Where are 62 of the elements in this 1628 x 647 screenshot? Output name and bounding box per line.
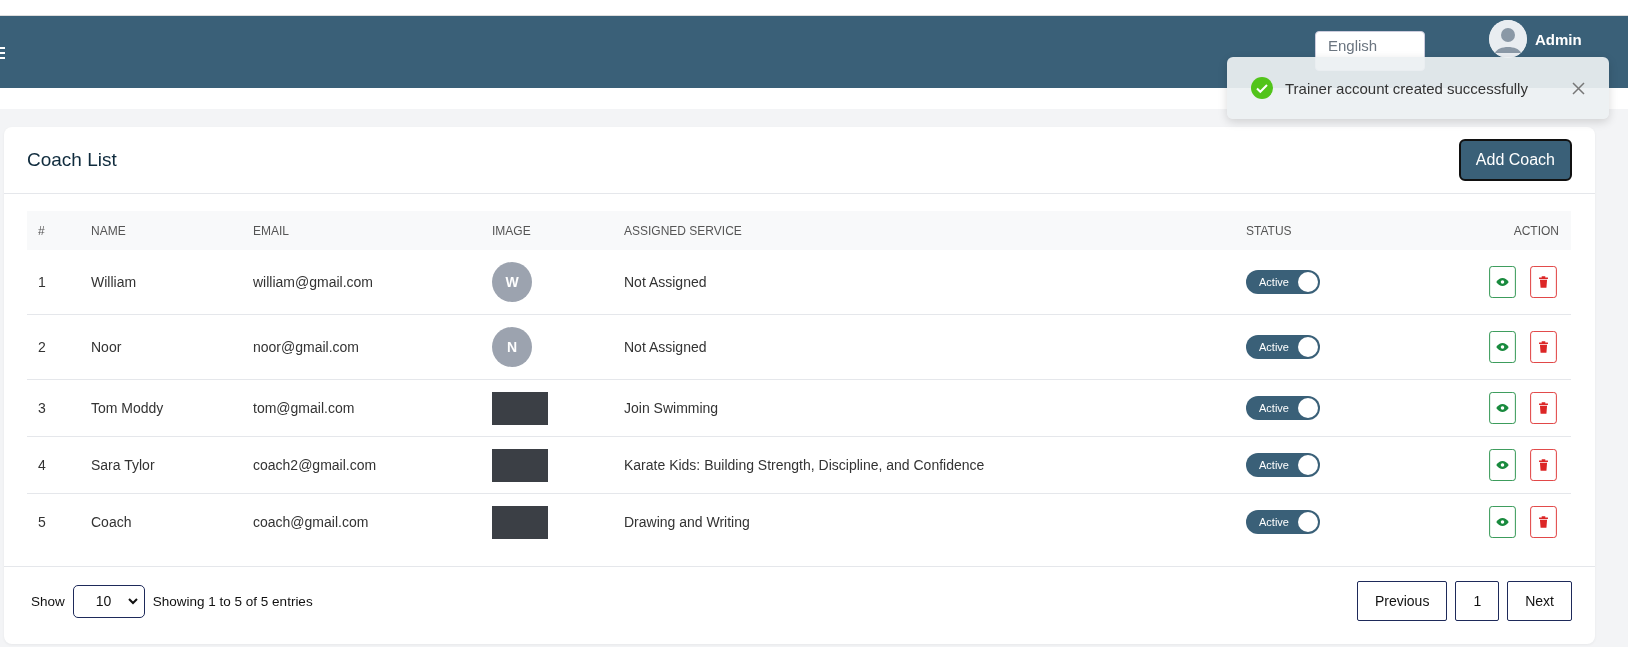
- check-icon: [1251, 77, 1273, 99]
- status-toggle[interactable]: Active: [1246, 270, 1320, 294]
- close-icon[interactable]: [1572, 81, 1585, 95]
- coach-name: Tom Moddy: [90, 400, 165, 416]
- card-title: Coach List: [27, 149, 117, 171]
- row-number: 3: [37, 400, 47, 416]
- status-toggle[interactable]: Active: [1246, 335, 1320, 359]
- avatar-icon[interactable]: [1489, 20, 1527, 58]
- view-icon[interactable]: [1487, 506, 1518, 538]
- add-coach-button[interactable]: Add Coach: [1458, 139, 1572, 181]
- delete-icon[interactable]: [1528, 449, 1559, 481]
- row-number: 4: [37, 457, 47, 473]
- delete-icon[interactable]: [1528, 266, 1559, 298]
- row-number: 2: [37, 339, 47, 355]
- initial-avatar: W: [492, 262, 532, 302]
- status-toggle[interactable]: Active: [1246, 396, 1320, 420]
- column-header: STATUS: [1245, 223, 1293, 238]
- page-button[interactable]: Previous: [1356, 581, 1448, 621]
- view-icon[interactable]: [1487, 449, 1518, 481]
- photo-placeholder: [492, 505, 548, 539]
- column-header: EMAIL: [252, 223, 290, 238]
- delete-icon[interactable]: [1528, 392, 1559, 424]
- user-name[interactable]: Admin: [1535, 30, 1582, 48]
- view-icon[interactable]: [1487, 392, 1518, 424]
- page-button[interactable]: Next: [1507, 581, 1572, 621]
- delete-icon[interactable]: [1528, 506, 1559, 538]
- column-header: IMAGE: [491, 223, 532, 238]
- assigned-service: Not Assigned: [623, 274, 708, 290]
- coach-email: coach@gmail.com: [252, 514, 370, 530]
- delete-icon[interactable]: [1528, 331, 1559, 363]
- menu-icon[interactable]: [0, 47, 5, 59]
- coach-name: Coach: [90, 514, 133, 530]
- column-header: #: [37, 223, 46, 238]
- assigned-service: Drawing and Writing: [623, 514, 751, 530]
- coach-email: tom@gmail.com: [252, 400, 356, 416]
- page-size-select[interactable]: 10: [72, 584, 145, 618]
- initial-avatar: N: [492, 327, 532, 367]
- show-label: Show: [31, 593, 65, 609]
- assigned-service: Not Assigned: [623, 339, 708, 355]
- assigned-service: Join Swimming: [623, 400, 720, 416]
- status-toggle[interactable]: Active: [1246, 453, 1320, 477]
- caret-icon: [127, 597, 138, 605]
- coach-name: William: [90, 274, 138, 290]
- toast-message: Trainer account created successfully: [1285, 79, 1529, 97]
- column-header: ACTION: [1512, 223, 1560, 238]
- status-toggle[interactable]: Active: [1246, 510, 1320, 534]
- entries-info: Showing 1 to 5 of 5 entries: [152, 593, 313, 609]
- assigned-service: Karate Kids: Building Strength, Discipline, and Confidence: [623, 457, 986, 473]
- photo-placeholder: [492, 448, 548, 482]
- column-header: ASSIGNED SERVICE: [623, 223, 743, 238]
- row-number: 5: [37, 514, 47, 530]
- coach-name: Noor: [90, 339, 123, 355]
- coach-email: noor@gmail.com: [252, 339, 361, 355]
- view-icon[interactable]: [1487, 331, 1518, 363]
- view-icon[interactable]: [1487, 266, 1518, 298]
- coach-email: coach2@gmail.com: [252, 457, 378, 473]
- page-button[interactable]: 1: [1455, 581, 1500, 621]
- coach-name: Sara Tylor: [90, 457, 156, 473]
- coach-email: william@gmail.com: [252, 274, 374, 290]
- photo-placeholder: [492, 391, 548, 425]
- column-header: NAME: [90, 223, 127, 238]
- row-number: 1: [37, 274, 47, 290]
